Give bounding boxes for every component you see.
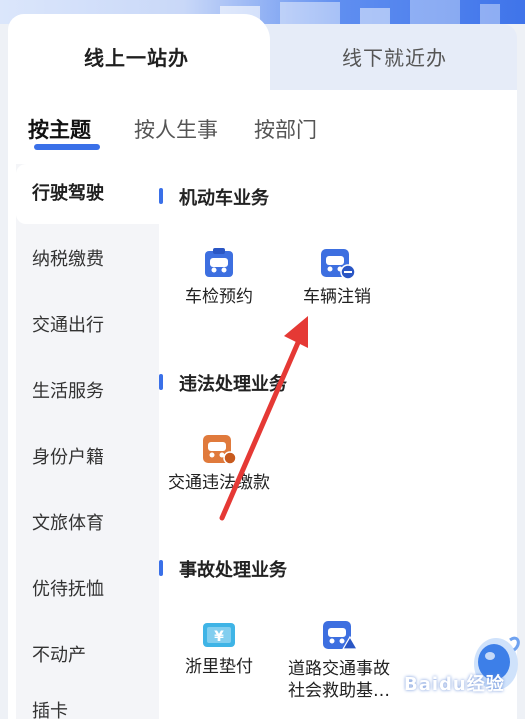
svg-text:¥: ¥ xyxy=(214,629,224,645)
topic-sidebar: 行驶驾驶 纳税缴费 交通出行 生活服务 身份户籍 文旅体育 优待抚恤 不动产 插… xyxy=(16,164,159,719)
service-car-deregister[interactable]: 车辆注销 xyxy=(277,246,397,308)
service-label: 车检预约 xyxy=(185,287,253,307)
service-car-inspection[interactable]: 车检预约 xyxy=(159,246,279,308)
services-panel: 按主题 按人生事 按部门 行驶驾驶 纳税缴费 交通出行 生活服务 身份户籍 文旅… xyxy=(8,90,517,719)
sidebar-item-real-estate[interactable]: 不动产 xyxy=(16,626,144,686)
mode-tab-offline[interactable]: 线下就近办 xyxy=(342,42,447,71)
sidebar-item-more[interactable]: 插卡 xyxy=(16,692,144,719)
tab-by-department[interactable]: 按部门 xyxy=(254,114,317,144)
service-label: 交通违法缴款 xyxy=(168,473,270,493)
service-label: 道路交通事故社会救助基… xyxy=(288,659,390,701)
service-mode-tabs: 线上一站办 线下就近办 xyxy=(8,14,517,90)
car-inspection-icon xyxy=(205,248,233,277)
section-title-vehicle: 机动车业务 xyxy=(179,188,269,209)
tab-by-topic[interactable]: 按主题 xyxy=(28,114,91,144)
active-tab-indicator xyxy=(34,144,100,150)
accident-fund-icon xyxy=(323,621,358,650)
sidebar-item-transport[interactable]: 交通出行 xyxy=(16,296,144,356)
section-title-violation: 违法处理业务 xyxy=(179,374,287,395)
watermark: Baidu经验 xyxy=(404,674,505,695)
sidebar-item-identity[interactable]: 身份户籍 xyxy=(16,428,144,488)
sidebar-item-life-services[interactable]: 生活服务 xyxy=(16,362,144,422)
violation-payment-icon xyxy=(203,435,237,465)
car-deregister-icon xyxy=(321,249,356,280)
tab-by-life-event[interactable]: 按人生事 xyxy=(134,114,218,144)
section-marker xyxy=(159,188,163,204)
section-title-accident: 事故处理业务 xyxy=(179,560,287,581)
service-accident-fund[interactable]: 道路交通事故社会救助基… xyxy=(271,618,407,702)
sidebar-item-culture-sports[interactable]: 文旅体育 xyxy=(16,494,144,554)
sidebar-item-tax[interactable]: 纳税缴费 xyxy=(16,230,144,290)
section-marker xyxy=(159,374,163,390)
service-advance-payment[interactable]: ¥ 浙里垫付 xyxy=(159,620,279,678)
advance-payment-icon: ¥ xyxy=(203,623,235,647)
service-label: 浙里垫付 xyxy=(185,657,253,677)
service-violation-payment[interactable]: 交通违法缴款 xyxy=(159,432,279,494)
section-marker xyxy=(159,560,163,576)
mode-tab-online-label[interactable]: 线上一站办 xyxy=(84,42,189,71)
service-label: 车辆注销 xyxy=(303,287,371,307)
sidebar-item-preferential[interactable]: 优待抚恤 xyxy=(16,560,144,620)
sidebar-item-driving[interactable]: 行驶驾驶 xyxy=(16,164,159,224)
